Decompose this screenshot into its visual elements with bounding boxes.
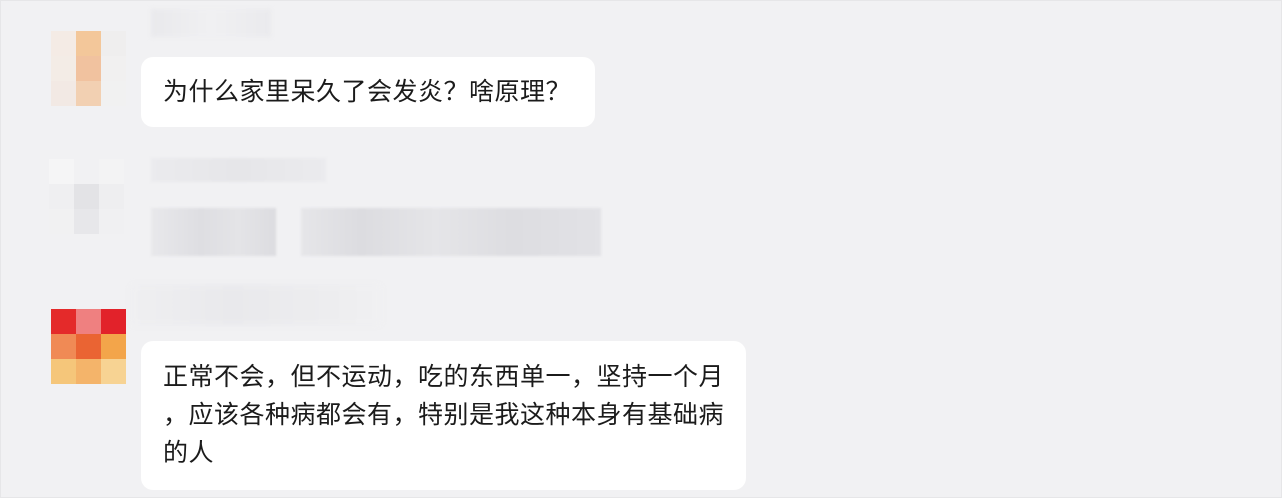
message-bubble[interactable]: 为什么家里呆久了会发炎？啥原理？ [141, 57, 596, 127]
redacted-message [151, 208, 276, 256]
username-blurred [151, 9, 271, 37]
message-text: 的人 [163, 438, 215, 467]
avatar[interactable] [49, 159, 124, 234]
avatar[interactable] [51, 309, 126, 384]
redacted-message [301, 208, 601, 256]
message-text: 为什么家里呆久了会发炎？啥原理？ [163, 77, 572, 106]
chat-panel: 为什么家里呆久了会发炎？啥原理？ 正常不会，但不运动，吃的东西单一，坚持一个月 … [0, 0, 1282, 498]
username-blurred [131, 285, 381, 325]
message-bubble[interactable]: 正常不会，但不运动，吃的东西单一，坚持一个月 ，应该各种病都会有，特别是我这种本… [141, 341, 747, 490]
avatar[interactable] [51, 31, 126, 106]
message-text: ，应该各种病都会有，特别是我这种本身有基础病 [163, 400, 725, 429]
message-text: 正常不会，但不运动，吃的东西单一，坚持一个月 [163, 362, 725, 391]
username-blurred [151, 158, 326, 182]
